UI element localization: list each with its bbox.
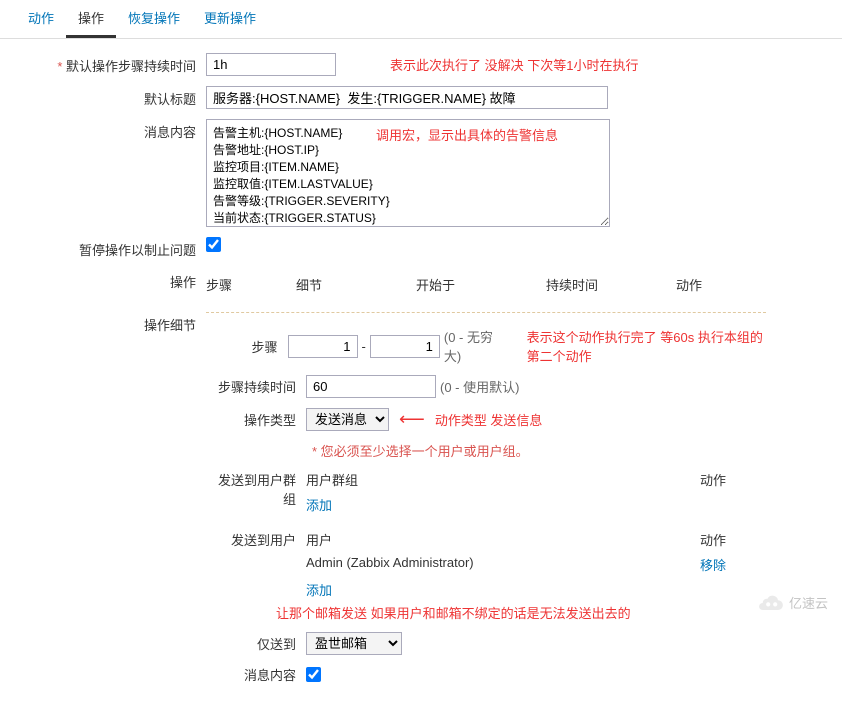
th-step: 步骤 — [206, 275, 296, 294]
ops-table: 步骤 细节 开始于 持续时间 动作 — [206, 269, 766, 302]
input-step-to[interactable] — [370, 335, 440, 358]
label-steps: 步骤 — [206, 337, 288, 356]
label-send-group: 发送到用户群组 — [206, 470, 306, 508]
input-default-step-duration[interactable] — [206, 53, 336, 76]
annotation-5: 让那个邮箱发送 如果用户和邮箱不绑定的话是无法发送出去的 — [276, 603, 726, 622]
user-col: 用户 — [306, 530, 332, 549]
annotation-1: 表示此次执行了 没解决 下次等1小时在执行 — [390, 55, 638, 74]
must-select-warning: 您必须至少选择一个用户或用户组。 — [312, 441, 529, 460]
step-duration-hint: (0 - 使用默认) — [440, 377, 519, 396]
annotation-3: 表示这个动作执行完了 等60s 执行本组的第二个动作 — [527, 327, 766, 365]
tabs: 动作 操作 恢复操作 更新操作 — [0, 0, 842, 39]
group-col: 用户群组 — [306, 470, 358, 489]
label-default-subject: 默认标题 — [20, 86, 206, 108]
add-user-link[interactable]: 添加 — [306, 583, 332, 598]
cloud-icon — [757, 594, 785, 612]
annotation-2: 调用宏，显示出具体的告警信息 — [376, 125, 558, 144]
user-table: 用户 动作 Admin (Zabbix Administrator) 移除 添加… — [306, 530, 726, 622]
arrow-icon: ⟵ — [399, 409, 425, 430]
checkbox-msg-content[interactable] — [306, 667, 321, 682]
label-message: 消息内容 — [20, 119, 206, 141]
select-only-to[interactable]: 盈世邮箱 — [306, 632, 402, 655]
label-send-user: 发送到用户 — [206, 530, 306, 549]
operation-form: 默认操作步骤持续时间 表示此次执行了 没解决 下次等1小时在执行 默认标题 消息… — [0, 39, 842, 714]
th-detail: 细节 — [296, 275, 416, 294]
label-op-type: 操作类型 — [206, 410, 306, 429]
input-step-duration[interactable] — [306, 375, 436, 398]
action-col-2: 动作 — [700, 530, 726, 549]
label-ops-detail: 操作细节 — [20, 312, 206, 334]
th-start: 开始于 — [416, 275, 546, 294]
tab-update[interactable]: 更新操作 — [192, 0, 268, 38]
input-default-subject[interactable] — [206, 86, 608, 109]
label-step-duration: 步骤持续时间 — [206, 377, 306, 396]
watermark: 亿速云 — [757, 593, 828, 612]
add-group-link[interactable]: 添加 — [306, 498, 332, 513]
label-default-step-duration: 默认操作步骤持续时间 — [20, 53, 206, 75]
group-table: 用户群组 动作 添加 — [306, 470, 726, 514]
annotation-4: 动作类型 发送信息 — [435, 410, 543, 429]
th-action: 动作 — [676, 275, 702, 294]
label-only-to: 仅送到 — [206, 634, 306, 653]
select-op-type[interactable]: 发送消息 — [306, 408, 389, 431]
label-ops: 操作 — [20, 269, 206, 291]
user-row: Admin (Zabbix Administrator) — [306, 555, 474, 574]
ops-detail-box: 步骤 - (0 - 无穷大) 表示这个动作执行完了 等60s 执行本组的第二个动… — [206, 312, 766, 694]
tab-operation[interactable]: 操作 — [66, 0, 116, 38]
checkbox-pause[interactable] — [206, 237, 221, 252]
action-col: 动作 — [700, 470, 726, 489]
input-step-from[interactable] — [288, 335, 358, 358]
label-msg-content: 消息内容 — [206, 665, 306, 684]
label-pause: 暂停操作以制止问题 — [20, 237, 206, 259]
th-duration: 持续时间 — [546, 275, 676, 294]
tab-recovery[interactable]: 恢复操作 — [116, 0, 192, 38]
remove-user-link[interactable]: 移除 — [700, 555, 726, 574]
tab-action[interactable]: 动作 — [16, 0, 66, 38]
step-hint: (0 - 无穷大) — [444, 327, 497, 365]
